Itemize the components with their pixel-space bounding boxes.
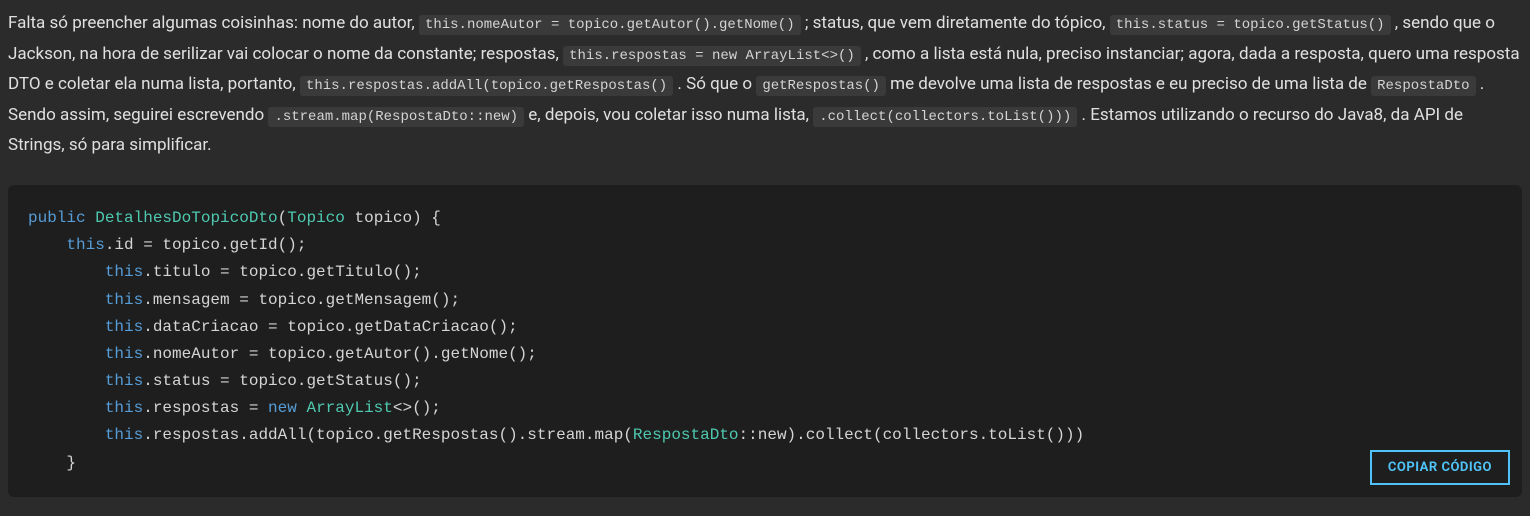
code-text: .dataCriacao = topico.getDataCriacao(); <box>143 318 517 336</box>
punct: } <box>66 454 76 472</box>
copy-code-button[interactable]: COPIAR CÓDIGO <box>1370 450 1510 485</box>
keyword-this: this <box>66 236 104 254</box>
code-text: ).collect(collectors.toList())) <box>787 426 1085 444</box>
keyword-this: this <box>105 263 143 281</box>
explanation-paragraph: Falta só preencher algumas coisinhas: no… <box>8 8 1522 161</box>
inline-code: getRespostas() <box>756 76 886 96</box>
keyword-public: public <box>28 209 86 227</box>
text-segment: e, depois, vou coletar isso numa lista, <box>524 105 813 125</box>
text-segment: me devolve uma lista de respostas e eu p… <box>886 74 1371 94</box>
inline-code: .stream.map(RespostaDto::new) <box>268 107 524 127</box>
inline-code: this.nomeAutor = topico.getAutor().getNo… <box>419 15 801 35</box>
constructor-name: DetalhesDoTopicoDto <box>95 209 277 227</box>
punct: ( <box>278 209 288 227</box>
text-segment: . Só que o <box>673 74 756 94</box>
inline-code: RespostaDto <box>1371 76 1475 96</box>
param-name: topico <box>354 209 412 227</box>
type-arraylist: ArrayList <box>306 399 392 417</box>
inline-code: this.respostas.addAll(topico.getResposta… <box>300 76 673 96</box>
code-text: .id = topico.getId(); <box>105 236 307 254</box>
code-text: .titulo = topico.getTitulo(); <box>143 263 421 281</box>
code-text: .nomeAutor = topico.getAutor().getNome()… <box>143 345 537 363</box>
class-ref: RespostaDto <box>633 426 739 444</box>
text-segment: ; status, que vem diretamente do tópico, <box>801 13 1110 33</box>
inline-code: this.respostas = new ArrayList<>() <box>563 46 861 66</box>
code-block-container: public DetalhesDoTopicoDto(Topico topico… <box>8 185 1522 497</box>
inline-code: this.status = topico.getStatus() <box>1110 15 1391 35</box>
keyword-new: new <box>268 399 297 417</box>
keyword-this: this <box>105 318 143 336</box>
punct: ) <box>412 209 422 227</box>
code-text: .status = topico.getStatus(); <box>143 372 421 390</box>
code-text: .mensagem = topico.getMensagem(); <box>143 291 460 309</box>
code-text: ::new <box>739 426 787 444</box>
code-block: public DetalhesDoTopicoDto(Topico topico… <box>28 205 1502 477</box>
text-segment: Falta só preencher algumas coisinhas: no… <box>8 13 419 33</box>
code-text: .respostas.addAll(topico.getRespostas().… <box>143 426 633 444</box>
code-text: .respostas = <box>143 399 268 417</box>
keyword-this: this <box>105 426 143 444</box>
punct: <>() <box>393 399 431 417</box>
keyword-this: this <box>105 345 143 363</box>
inline-code: .collect(collectors.toList())) <box>813 107 1077 127</box>
punct: { <box>422 209 441 227</box>
punct: ; <box>431 399 441 417</box>
param-type: Topico <box>287 209 345 227</box>
keyword-this: this <box>105 372 143 390</box>
keyword-this: this <box>105 399 143 417</box>
keyword-this: this <box>105 291 143 309</box>
